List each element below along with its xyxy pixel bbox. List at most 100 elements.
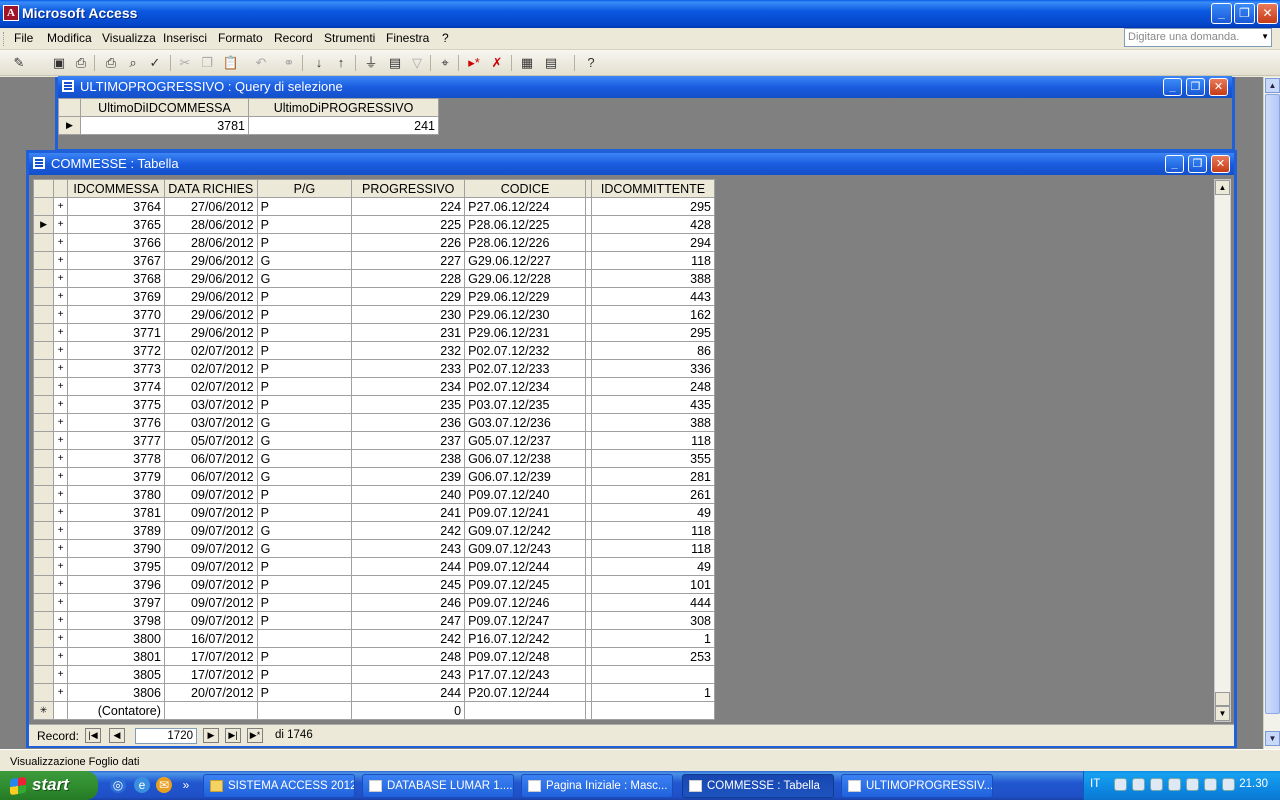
sort-descending-icon[interactable]: ↑ <box>332 54 350 72</box>
row-selector[interactable] <box>32 683 55 702</box>
cell-idcommittente[interactable]: 444 <box>591 593 715 612</box>
cell-idcommessa[interactable]: 3771 <box>67 323 165 342</box>
row-selector[interactable] <box>32 593 55 612</box>
row-selector[interactable] <box>32 557 55 576</box>
row-selector[interactable] <box>32 323 55 342</box>
cell-idcommittente[interactable]: 261 <box>591 485 715 504</box>
cell-progressivo[interactable]: 232 <box>351 341 466 360</box>
query-cell[interactable]: 241 <box>248 116 439 135</box>
cell-codice[interactable]: G03.07.12/236 <box>464 413 586 432</box>
print-icon[interactable]: ⎙ <box>102 54 120 72</box>
menu-file[interactable]: File <box>14 31 33 45</box>
cell-codice[interactable]: P09.07.12/241 <box>464 503 586 522</box>
cell-pg[interactable]: P <box>256 341 353 360</box>
cell-idcommessa[interactable]: 3779 <box>67 467 165 486</box>
expand-subdatasheet-icon[interactable]: + <box>53 287 69 306</box>
cell-progressivo[interactable]: 231 <box>351 323 466 342</box>
row-selector[interactable] <box>32 305 55 324</box>
cell-codice[interactable]: G05.07.12/237 <box>464 431 586 450</box>
cell-idcommessa[interactable]: 3774 <box>67 377 165 396</box>
last-record-icon[interactable]: ▶| <box>225 728 241 743</box>
cell-idcommessa[interactable]: 3765 <box>67 215 165 234</box>
row-selector[interactable] <box>32 431 55 450</box>
cell-pg[interactable]: G <box>256 521 353 540</box>
cell-idcommittente[interactable]: 1 <box>591 683 715 702</box>
cell-codice[interactable]: P09.07.12/240 <box>464 485 586 504</box>
cell-idcommittente[interactable]: 443 <box>591 287 715 306</box>
cell-idcommessa[interactable]: 3775 <box>67 395 165 414</box>
row-selector[interactable] <box>32 269 55 288</box>
cell-idcommessa[interactable]: 3800 <box>67 629 165 648</box>
next-record-icon[interactable]: ▶ <box>203 728 219 743</box>
expand-subdatasheet-icon[interactable]: + <box>53 251 69 270</box>
cell-idcommessa[interactable]: 3780 <box>67 485 165 504</box>
cell-progressivo[interactable]: 243 <box>351 665 466 684</box>
cell-codice[interactable]: P28.06.12/226 <box>464 233 586 252</box>
cell-idcommessa[interactable]: 3795 <box>67 557 165 576</box>
battery-icon[interactable] <box>1222 778 1235 791</box>
cell-idcommessa[interactable]: 3797 <box>67 593 165 612</box>
row-selector[interactable] <box>32 413 55 432</box>
cell-progressivo[interactable]: 224 <box>351 197 466 216</box>
expand-subdatasheet-icon[interactable]: + <box>53 665 69 684</box>
menu-record[interactable]: Record <box>274 31 313 45</box>
row-selector[interactable] <box>32 287 55 306</box>
expand-subdatasheet-icon[interactable]: + <box>53 521 69 540</box>
expand-subdatasheet-icon[interactable]: + <box>53 233 69 252</box>
cell-idcommittente[interactable]: 118 <box>591 521 715 540</box>
cell-codice[interactable]: P29.06.12/229 <box>464 287 586 306</box>
cell-idcommittente[interactable]: 118 <box>591 431 715 450</box>
column-header[interactable]: UltimoDiPROGRESSIVO <box>248 98 439 117</box>
cell-data-richies[interactable]: 28/06/2012 <box>163 215 258 234</box>
cell-pg[interactable]: P <box>256 503 353 522</box>
query-cell[interactable]: 3781 <box>80 116 249 135</box>
cell-pg[interactable]: P <box>256 683 353 702</box>
cell-pg[interactable]: G <box>256 431 353 450</box>
expand-subdatasheet-icon[interactable]: + <box>53 449 69 468</box>
scroll-down-icon[interactable]: ▼ <box>1215 706 1230 721</box>
chevron-down-icon[interactable]: ▼ <box>1261 32 1269 41</box>
column-header-pg[interactable]: P/G <box>256 179 353 198</box>
cell-idcommittente[interactable]: 308 <box>591 611 715 630</box>
menu-strumenti[interactable]: Strumenti <box>324 31 375 45</box>
cell-idcommessa[interactable]: 3806 <box>67 683 165 702</box>
cell-idcommessa[interactable]: 3777 <box>67 431 165 450</box>
query-window-title-bar[interactable]: ULTIMOPROGRESSIVO : Query di selezione _… <box>58 76 1232 98</box>
cell-codice[interactable]: P27.06.12/224 <box>464 197 586 216</box>
cell-codice[interactable]: P09.07.12/245 <box>464 575 586 594</box>
outlook-express-icon[interactable]: ✉ <box>156 777 172 793</box>
paste-icon[interactable]: 📋 <box>222 54 240 72</box>
cell-codice[interactable]: G09.07.12/242 <box>464 521 586 540</box>
cell-data-richies[interactable]: 09/07/2012 <box>163 521 258 540</box>
cell-idcommittente[interactable]: 388 <box>591 269 715 288</box>
new-record-icon[interactable]: ▸* <box>465 54 483 72</box>
network-disconnected-icon[interactable] <box>1150 778 1163 791</box>
query-close-button[interactable]: ✕ <box>1209 78 1228 96</box>
row-selector[interactable] <box>32 449 55 468</box>
column-header-idcommittente[interactable]: IDCOMMITTENTE <box>591 179 715 198</box>
cell-pg[interactable]: G <box>256 467 353 486</box>
preview-icon[interactable]: ⌕ <box>124 54 142 72</box>
row-selector[interactable] <box>32 503 55 522</box>
quick-launch-more-icon[interactable]: » <box>178 777 194 793</box>
cell-idcommittente[interactable]: 49 <box>591 557 715 576</box>
cell-codice[interactable]: P29.06.12/231 <box>464 323 586 342</box>
cell-data-richies[interactable]: 09/07/2012 <box>163 575 258 594</box>
cell-idcommittente[interactable] <box>591 665 715 684</box>
cell-idcommittente[interactable]: 435 <box>591 395 715 414</box>
cell-pg[interactable] <box>256 629 353 648</box>
cell-progressivo[interactable]: 228 <box>351 269 466 288</box>
row-selector[interactable] <box>32 539 55 558</box>
cell-progressivo[interactable]: 237 <box>351 431 466 450</box>
language-indicator[interactable]: IT <box>1090 778 1100 790</box>
new-record-indicator[interactable]: ✳ <box>32 701 55 720</box>
copy-icon[interactable]: ❐ <box>198 54 216 72</box>
cell-idcommittente[interactable]: 388 <box>591 413 715 432</box>
expand-subdatasheet-icon[interactable]: + <box>53 431 69 450</box>
current-record-input[interactable]: 1720 <box>135 728 197 744</box>
taskbar-item-table[interactable]: COMMESSE : Tabella <box>682 774 834 798</box>
cell-progressivo[interactable]: 234 <box>351 377 466 396</box>
expand-subdatasheet-icon[interactable]: + <box>53 557 69 576</box>
cell-codice[interactable]: P09.07.12/247 <box>464 611 586 630</box>
find-icon[interactable]: ⌖ <box>436 54 454 72</box>
